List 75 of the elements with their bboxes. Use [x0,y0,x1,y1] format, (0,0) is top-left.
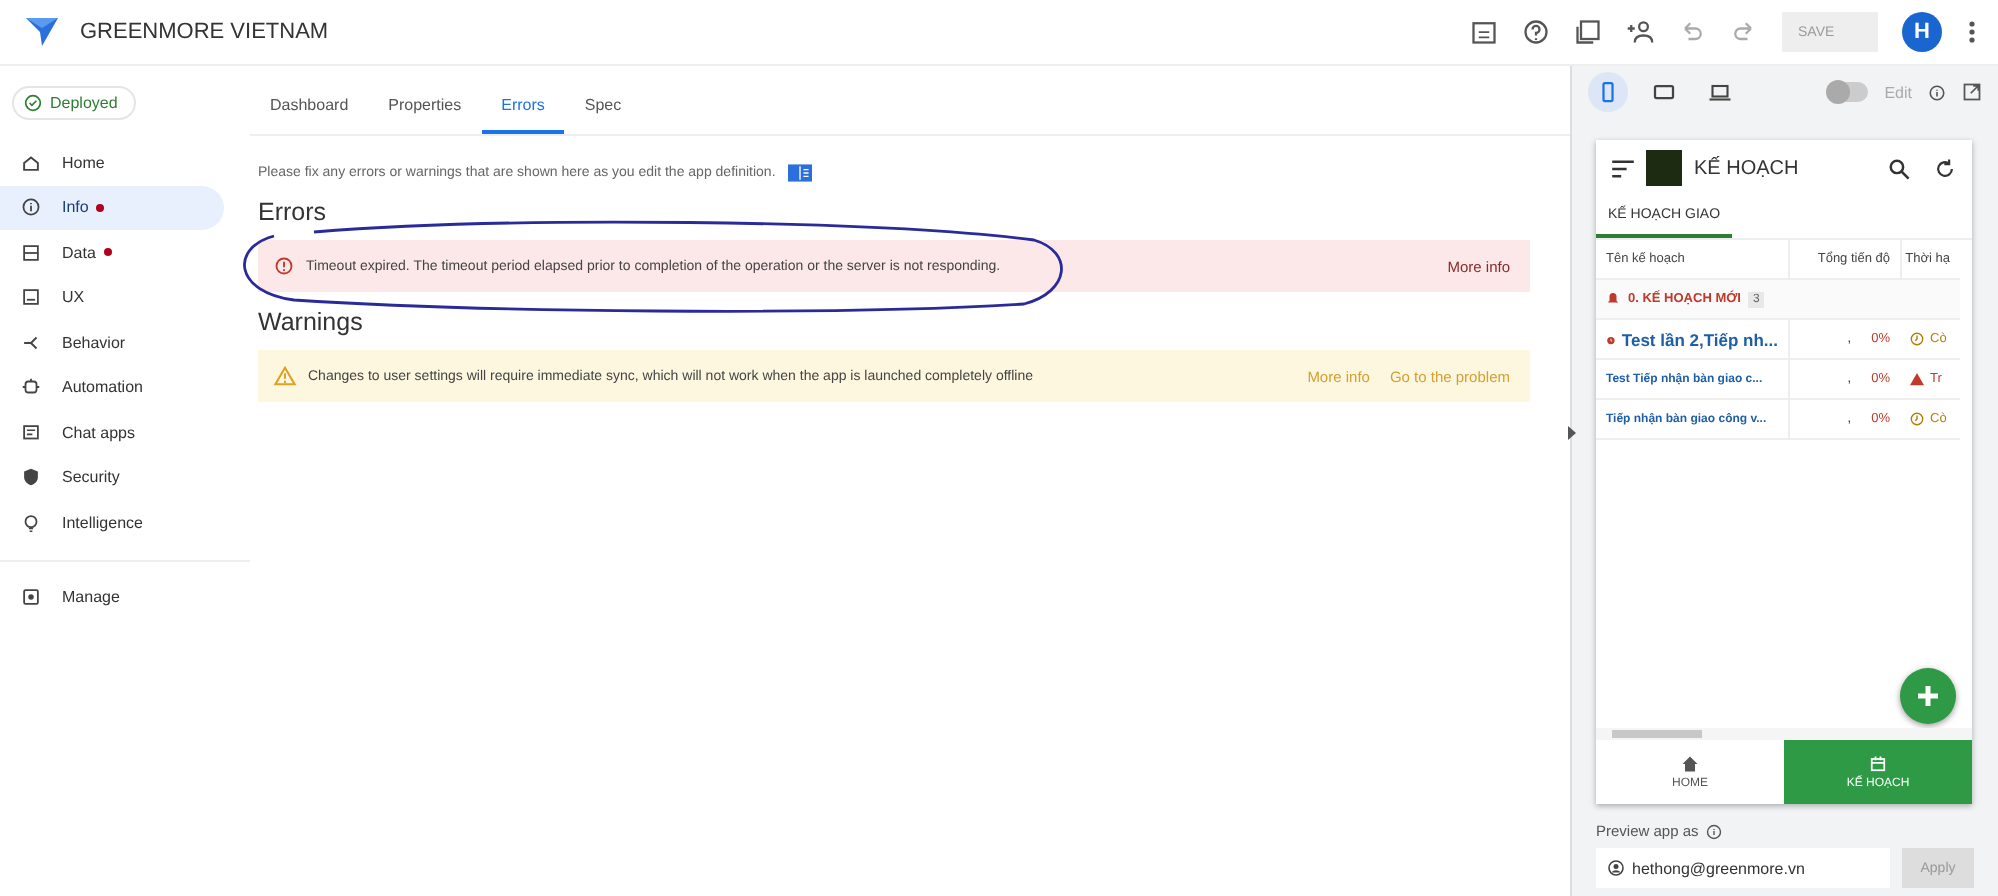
warnings-heading: Warnings [258,308,365,336]
app-title: KẾ HOẠCH [1694,157,1801,179]
edit-toggle[interactable] [1828,82,1869,102]
plus-icon [1916,684,1940,708]
sidebar-item[interactable]: UX [0,275,224,320]
sidebar-item[interactable]: Info [0,185,224,230]
window-icon [20,286,42,309]
lightbulb-icon [20,511,42,534]
laptop-icon [1708,80,1732,104]
sidebar-item[interactable]: Automation [0,365,224,410]
user-avatar[interactable]: H [1902,12,1942,52]
branch-icon [20,331,42,354]
sidebar-item[interactable]: Intelligence [0,500,224,545]
sidebar-item[interactable]: Home [0,140,224,185]
home-icon [1680,754,1700,774]
robot-icon [20,376,42,399]
tab[interactable]: Dashboard [250,96,369,134]
sidebar-item-label: Intelligence [62,513,143,532]
errors-heading: Errors [258,198,329,226]
sidebar-item-label: Chat apps [62,423,135,442]
refresh-icon[interactable] [1934,157,1956,179]
open-external-icon[interactable] [1962,82,1982,102]
clock-icon [1910,332,1924,346]
sidebar-item[interactable]: Data [0,230,224,275]
warning-icon [274,366,296,386]
calendar-icon [1868,754,1888,774]
table-icon [20,241,42,264]
sort-icon[interactable] [1612,159,1634,177]
app-logo [24,16,60,48]
info-icon[interactable] [1928,83,1946,101]
sidebar-item-label: Behavior [62,333,126,352]
app-name: GREENMORE VIETNAM [80,20,331,44]
user-email-field[interactable]: hethong@greenmore.vn [1596,848,1890,888]
help-icon[interactable] [1522,18,1550,46]
sidebar-item-label: Home [62,153,105,172]
app-logo-placeholder [1646,150,1682,186]
error-icon [274,256,294,276]
search-icon[interactable] [1888,157,1910,179]
horizontal-scrollbar[interactable] [1596,728,1972,740]
collapse-handle-icon[interactable] [1566,426,1576,440]
sidebar-item[interactable]: Security [0,455,224,500]
sidebar-item-label: Security [62,468,120,487]
sidebar-item-label: Manage [62,588,120,607]
account-icon [1608,860,1624,876]
sidebar-item[interactable]: Chat apps [0,410,224,455]
sidebar-item-label: Data [62,243,96,262]
sidebar-item[interactable]: Manage [0,575,224,620]
shield-icon [20,466,42,489]
phone-icon [1596,80,1620,104]
plan-name[interactable]: Test lần 2,Tiếp nh... [1621,329,1778,349]
add-person-icon[interactable] [1626,18,1654,46]
info-icon[interactable] [1706,823,1723,839]
add-button[interactable] [1900,668,1956,724]
more-icon[interactable] [1966,18,1978,46]
bell-icon [1606,292,1620,306]
book-icon[interactable] [787,164,812,182]
tab[interactable]: Properties [368,96,482,134]
warning-icon [1910,372,1924,386]
tab[interactable]: Errors [481,96,565,134]
calendar-icon[interactable] [1470,18,1498,46]
device-button[interactable] [1588,72,1628,112]
tab[interactable]: Spec [564,96,642,134]
status-label: Deployed [50,94,118,112]
sidebar-item-label: Automation [62,378,143,397]
sidebar-item[interactable]: Behavior [0,320,224,365]
edit-label: Edit [1884,83,1912,101]
tablet-icon [1652,80,1676,104]
copy-icon[interactable] [1574,18,1602,46]
clock-icon [1910,412,1924,426]
chat-icon [20,421,42,444]
info-icon [20,196,42,219]
sidebar-item-label: UX [62,288,85,307]
sidebar-item-label: Info [62,198,89,217]
home-icon [20,151,42,174]
check-circle-icon [24,94,42,112]
